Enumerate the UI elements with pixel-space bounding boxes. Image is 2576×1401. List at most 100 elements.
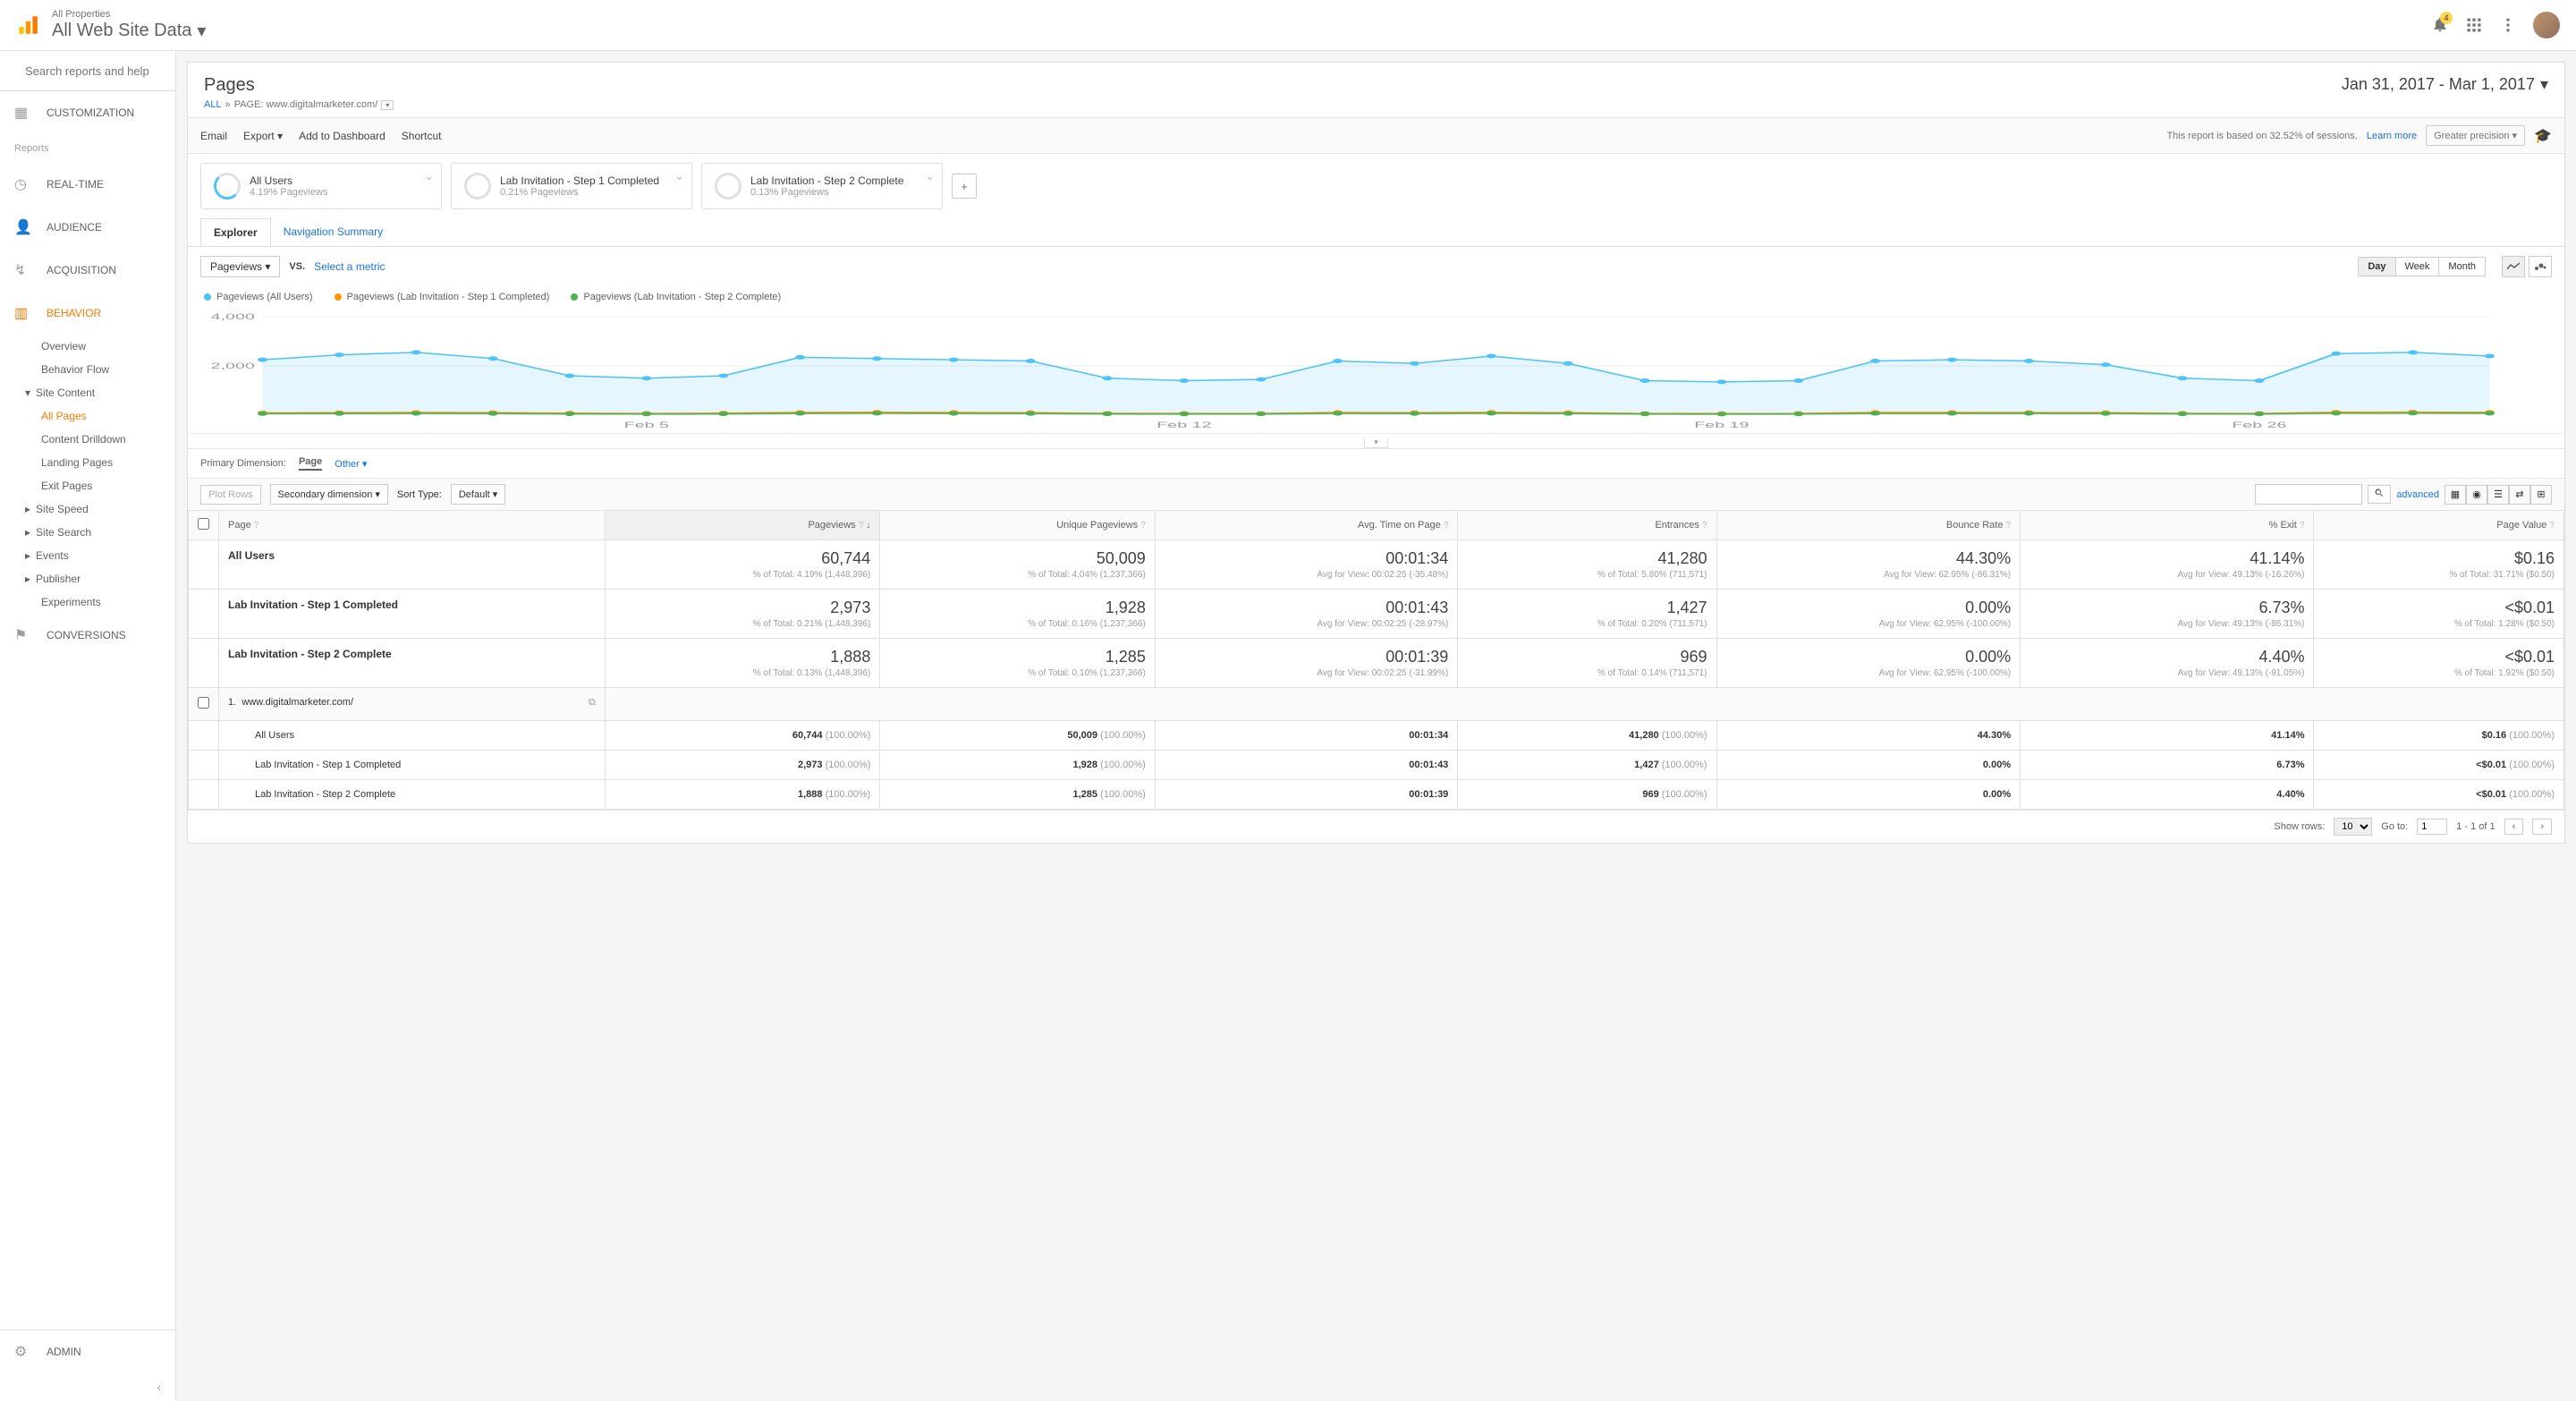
tab-explorer[interactable]: Explorer (200, 218, 271, 246)
shortcut-button[interactable]: Shortcut (402, 130, 442, 142)
rows-select[interactable]: 10 (2334, 818, 2372, 836)
col-pageviews[interactable]: Pageviews ? ↓ (605, 511, 880, 540)
select-all-checkbox[interactable] (198, 518, 209, 530)
help-icon[interactable]: ? (1140, 521, 1146, 531)
month-button[interactable]: Month (2439, 258, 2485, 276)
page-url[interactable]: www.digitalmarketer.com/ (242, 697, 353, 708)
gear-icon: ⚙ (14, 1343, 30, 1361)
sidebar-sub-speed[interactable]: ▸Site Speed (0, 497, 175, 521)
sidebar-sub-flow[interactable]: Behavior Flow (0, 358, 175, 381)
segment-step2[interactable]: Lab Invitation - Step 2 Complete0.13% Pa… (701, 163, 943, 209)
sidebar-sub-publisher[interactable]: ▸Publisher (0, 567, 175, 590)
col-bounce-rate[interactable]: Bounce Rate ? (1716, 511, 2021, 540)
help-icon[interactable]: ? (1702, 521, 1707, 531)
table-search-input[interactable] (2255, 484, 2362, 505)
view-pivot-button[interactable]: ⊞ (2530, 485, 2552, 505)
col-unique-pageviews[interactable]: Unique Pageviews ? (880, 511, 1156, 540)
line-chart-button[interactable] (2502, 256, 2525, 277)
help-icon[interactable]: ? (254, 521, 259, 531)
sidebar-sub-all-pages[interactable]: All Pages (0, 404, 175, 428)
metric-cell: 1,285 (100.00%) (880, 780, 1156, 810)
conversions-icon: ⚑ (14, 626, 30, 644)
sidebar-search[interactable] (0, 51, 175, 91)
external-link-icon[interactable]: ⧉ (589, 697, 596, 709)
sidebar-sub-search[interactable]: ▸Site Search (0, 521, 175, 544)
select-metric-link[interactable]: Select a metric (314, 260, 385, 273)
help-icon[interactable]: ? (2300, 521, 2305, 531)
sidebar-sub-site-content[interactable]: ▾Site Content (0, 381, 175, 404)
view-pie-button[interactable]: ◉ (2466, 485, 2487, 505)
chevron-down-icon[interactable]: ⌄ (424, 169, 434, 183)
col-page-value[interactable]: Page Value ? (2314, 511, 2564, 540)
sidebar-item-conversions[interactable]: ⚑CONVERSIONS (0, 614, 175, 657)
goto-input[interactable] (2417, 819, 2447, 835)
dimension-page[interactable]: Page (299, 456, 322, 471)
col-entrances[interactable]: Entrances ? (1458, 511, 1716, 540)
email-button[interactable]: Email (200, 130, 227, 142)
row-checkbox[interactable] (198, 697, 209, 709)
notifications-button[interactable]: 4 (2431, 15, 2449, 36)
view-table-button[interactable]: ▦ (2445, 485, 2466, 505)
col-avg-time[interactable]: Avg. Time on Page ? (1155, 511, 1457, 540)
prev-page-button[interactable]: ‹ (2504, 819, 2524, 835)
notification-badge: 4 (2440, 12, 2453, 24)
chart-expand-handle[interactable]: ▾ (1364, 437, 1388, 448)
sidebar-sub-exit[interactable]: Exit Pages (0, 474, 175, 497)
segment-step1[interactable]: Lab Invitation - Step 1 Completed0.21% P… (451, 163, 692, 209)
view-bar-button[interactable]: ☰ (2487, 485, 2509, 505)
sidebar-item-realtime[interactable]: ◷REAL-TIME (0, 163, 175, 206)
education-icon[interactable]: 🎓 (2534, 127, 2552, 145)
help-icon[interactable]: ? (859, 521, 864, 531)
col-exit[interactable]: % Exit ? (2021, 511, 2314, 540)
metric-cell: 00:01:43 (1155, 751, 1457, 780)
apps-icon[interactable] (2465, 16, 2483, 34)
page-range: 1 - 1 of 1 (2456, 821, 2495, 832)
export-button[interactable]: Export ▾ (243, 130, 283, 142)
sort-type-dropdown[interactable]: Default ▾ (451, 484, 505, 505)
learn-more-link[interactable]: Learn more (2367, 131, 2417, 141)
metric-cell: 1,888% of Total: 0.13% (1,448,396) (605, 639, 880, 688)
breadcrumb-dropdown[interactable]: ▾ (381, 100, 394, 110)
add-segment-button[interactable]: + (952, 174, 977, 199)
metric-cell: 00:01:43Avg for View: 00:02:25 (-28.97%) (1155, 590, 1457, 639)
user-avatar[interactable] (2533, 12, 2560, 38)
advanced-link[interactable]: advanced (2396, 489, 2439, 500)
sidebar-item-behavior[interactable]: ▥BEHAVIOR (0, 292, 175, 335)
legend-dot (335, 293, 342, 301)
more-icon[interactable] (2499, 16, 2517, 34)
metric-dropdown[interactable]: Pageviews ▾ (200, 256, 280, 277)
add-to-dashboard-button[interactable]: Add to Dashboard (299, 130, 386, 142)
sidebar-item-acquisition[interactable]: ↯ACQUISITION (0, 249, 175, 292)
breadcrumb-all[interactable]: ALL (204, 99, 222, 110)
sidebar-item-customization[interactable]: ▦CUSTOMIZATION (0, 91, 175, 134)
help-icon[interactable]: ? (2549, 521, 2555, 531)
sidebar-sub-experiments[interactable]: Experiments (0, 590, 175, 614)
sidebar-item-audience[interactable]: 👤AUDIENCE (0, 206, 175, 249)
search-input[interactable] (25, 64, 176, 78)
col-page[interactable]: Page ? (219, 511, 606, 540)
precision-dropdown[interactable]: Greater precision ▾ (2426, 125, 2525, 146)
sidebar-item-admin[interactable]: ⚙ADMIN (0, 1330, 175, 1373)
sidebar-sub-events[interactable]: ▸Events (0, 544, 175, 567)
segment-all-users[interactable]: All Users4.19% Pageviews ⌄ (200, 163, 442, 209)
view-comparison-button[interactable]: ⇄ (2509, 485, 2530, 505)
tab-navigation-summary[interactable]: Navigation Summary (271, 218, 395, 246)
metric-cell: 0.00% (1716, 780, 2021, 810)
chevron-down-icon[interactable]: ⌄ (674, 169, 684, 183)
sidebar-sub-drilldown[interactable]: Content Drilldown (0, 428, 175, 451)
secondary-dimension-dropdown[interactable]: Secondary dimension ▾ (270, 484, 388, 505)
help-icon[interactable]: ? (2006, 521, 2012, 531)
date-range-picker[interactable]: Jan 31, 2017 - Mar 1, 2017 ▾ (2342, 75, 2548, 94)
week-button[interactable]: Week (2396, 258, 2440, 276)
dimension-other[interactable]: Other ▾ (335, 458, 367, 470)
table-search-button[interactable] (2368, 485, 2391, 504)
sidebar-collapse-button[interactable]: ‹ (0, 1373, 175, 1401)
sidebar-sub-overview[interactable]: Overview (0, 335, 175, 358)
header-title[interactable]: All Web Site Data ▾ (52, 20, 206, 42)
help-icon[interactable]: ? (1444, 521, 1449, 531)
sidebar-sub-landing[interactable]: Landing Pages (0, 451, 175, 474)
chevron-down-icon[interactable]: ⌄ (925, 169, 935, 183)
motion-chart-button[interactable] (2529, 256, 2552, 277)
next-page-button[interactable]: › (2532, 819, 2552, 835)
day-button[interactable]: Day (2359, 258, 2395, 276)
